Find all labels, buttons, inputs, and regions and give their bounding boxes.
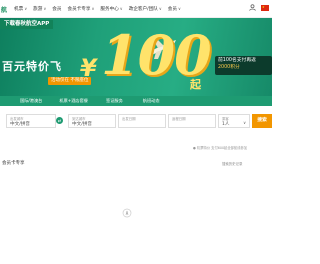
logo[interactable]: 航	[1, 5, 11, 14]
banner-slogan: 百元特价飞	[2, 60, 62, 73]
flag-cn-icon[interactable]	[261, 4, 269, 11]
banner-tag: 活动仅在 不限座位	[48, 77, 92, 85]
search-button[interactable]: 搜索	[252, 114, 272, 128]
search-hint: ● 机票特价 支付600起全部航线参加	[193, 146, 248, 150]
depart-date-field[interactable]: 出发日期	[118, 114, 166, 128]
swap-icon[interactable]: ⇄	[56, 117, 63, 124]
tab-international[interactable]: 国际/港澳台	[20, 98, 42, 104]
chevron-down-icon: ∨	[24, 6, 28, 11]
section-link[interactable]: 搜索历史记录	[222, 161, 242, 166]
promo-banner[interactable]: 下载春秋航空APP ¥ 100 起 百元特价飞 活动仅在 不限座位 前100名支…	[0, 18, 272, 96]
chevron-down-icon: ∨	[91, 6, 95, 11]
from-city-field[interactable]: 出发城市 中文/拼音	[6, 114, 56, 128]
user-icon[interactable]	[249, 4, 256, 11]
nav-item-travel[interactable]: 旅游 ∨	[33, 6, 46, 12]
chevron-down-icon: ∨	[43, 6, 47, 11]
promo-line-2: 2000积分	[218, 64, 240, 70]
section-title: 会员卡专享	[2, 161, 25, 166]
nav-right	[249, 4, 269, 11]
nav-menu: 机票 ∨ 旅游 ∨ 会员 会员卡专享 ∨ 服务中心 ∨ 政企客户/团队 ∨ 会员 ∨	[14, 6, 187, 12]
price-suffix: 起	[190, 78, 201, 91]
top-navigation: 航 机票 ∨ 旅游 ∨ 会员 会员卡专享 ∨ 服务中心 ∨ 政企客户/团队 ∨ 会员 ∨	[0, 0, 272, 18]
app-download-link[interactable]: 下载春秋航空APP	[0, 20, 54, 29]
booking-tabs: 国际/港澳台 机票+酒店套餐 签证服务 航班动态	[0, 96, 272, 106]
promo-box: 前100名支付再返 2000积分	[215, 56, 272, 75]
chevron-down-icon: ∨	[158, 6, 162, 11]
loading-icon	[122, 208, 132, 218]
flight-search-form: 出发城市 中文/拼音 ⇄ 到达城市 中文/拼音 出发日期 返程日期 乘客 1人 …	[0, 110, 272, 130]
tab-visa[interactable]: 签证服务	[106, 98, 123, 104]
nav-item-member-card[interactable]: 会员卡专享 ∨	[67, 6, 94, 12]
nav-item-corporate[interactable]: 政企客户/团队 ∨	[129, 6, 162, 12]
nav-item-account[interactable]: 会员 ∨	[168, 6, 181, 12]
nav-item-members[interactable]: 会员	[52, 6, 61, 12]
tab-flight-hotel[interactable]: 机票+酒店套餐	[59, 98, 88, 104]
nav-item-flights[interactable]: 机票 ∨	[14, 6, 27, 12]
nav-item-service-center[interactable]: 服务中心 ∨	[100, 6, 122, 12]
to-city-field[interactable]: 到达城市 中文/拼音	[68, 114, 116, 128]
chevron-down-icon: ∨	[119, 6, 123, 11]
passenger-select[interactable]: 乘客 1人 ∨	[218, 114, 250, 128]
chevron-down-icon: ∨	[178, 6, 181, 11]
return-date-field[interactable]: 返程日期	[168, 114, 216, 128]
tab-flight-status[interactable]: 航班动态	[143, 98, 160, 104]
chevron-down-icon: ∨	[243, 120, 246, 125]
